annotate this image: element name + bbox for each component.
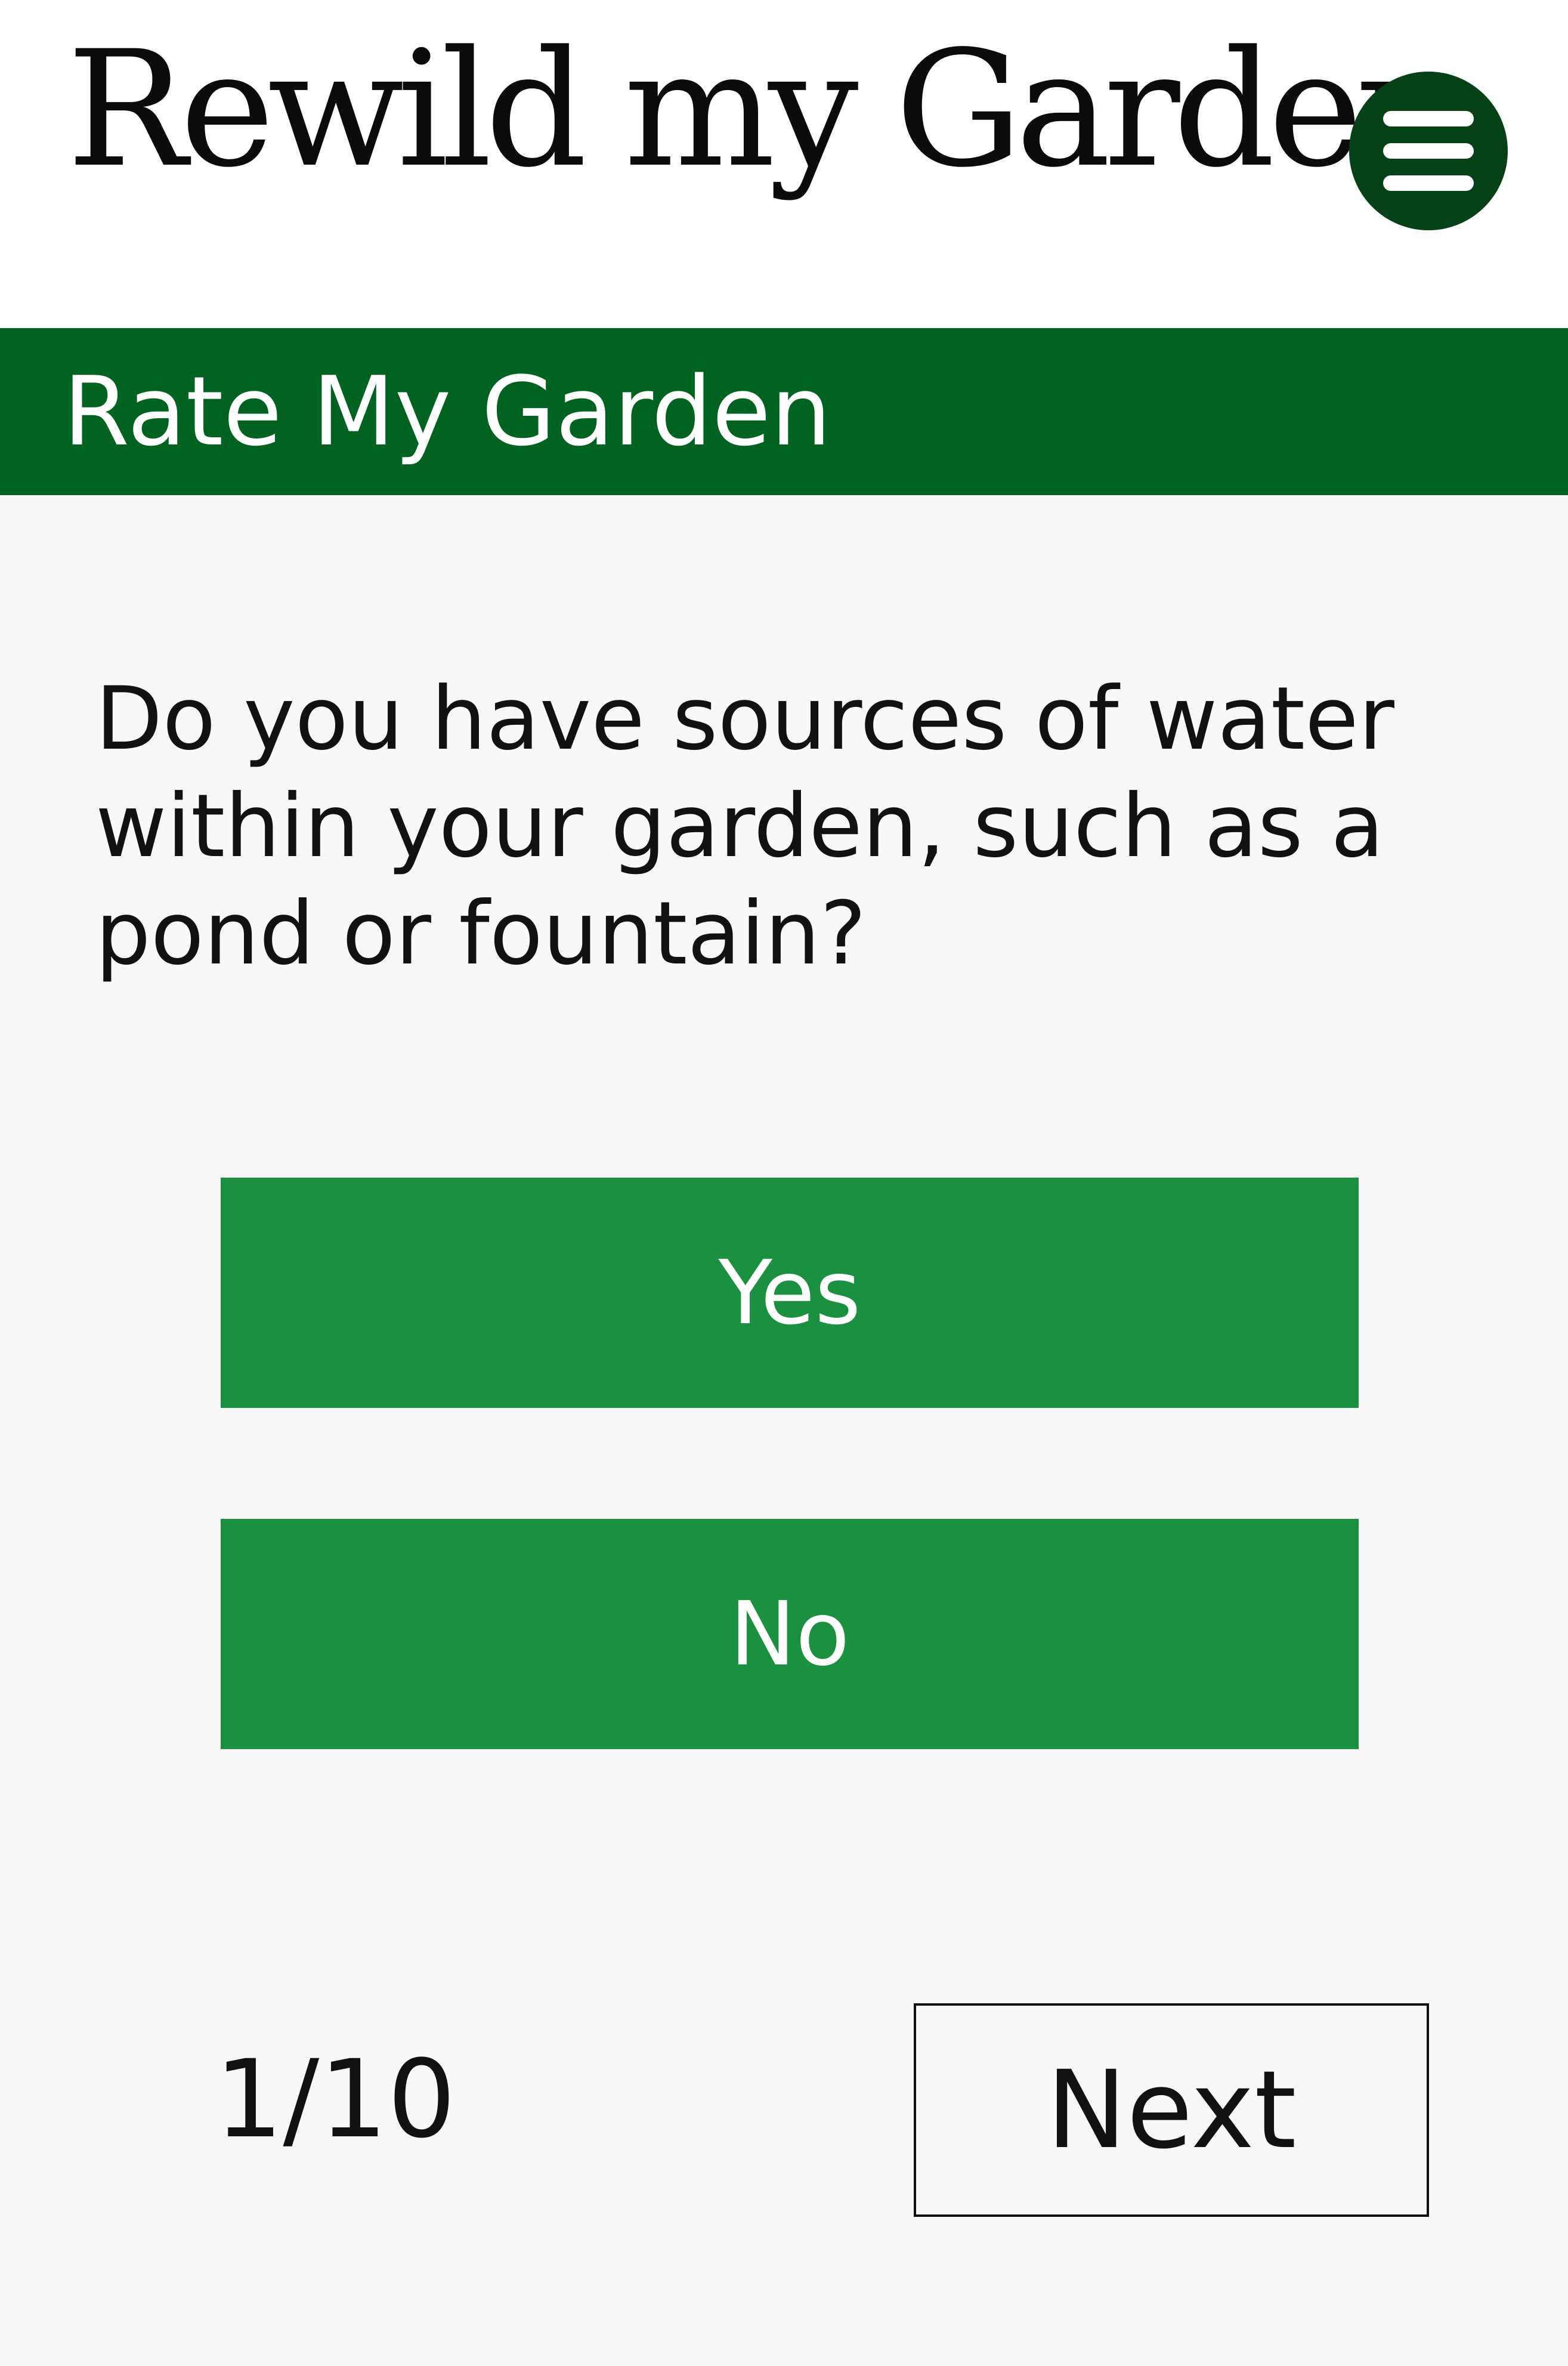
quiz-question: Do you have sources of water within your… (95, 668, 1394, 984)
hamburger-menu-icon-bar (1383, 143, 1474, 159)
site-logo[interactable]: Rewild my Garden (67, 30, 1458, 190)
hamburger-menu-icon (1383, 111, 1474, 126)
yes-button[interactable]: Yes (221, 1178, 1359, 1408)
next-button[interactable]: Next (914, 2003, 1429, 2217)
question-progress: 1/10 (215, 2037, 456, 2162)
no-button[interactable]: No (221, 1519, 1359, 1749)
page-title: Rate My Garden (63, 356, 831, 467)
page-banner: Rate My Garden (0, 328, 1568, 495)
menu-button[interactable] (1349, 72, 1508, 230)
site-header: Rewild my Garden (0, 0, 1568, 328)
hamburger-menu-icon-bar (1383, 175, 1474, 191)
